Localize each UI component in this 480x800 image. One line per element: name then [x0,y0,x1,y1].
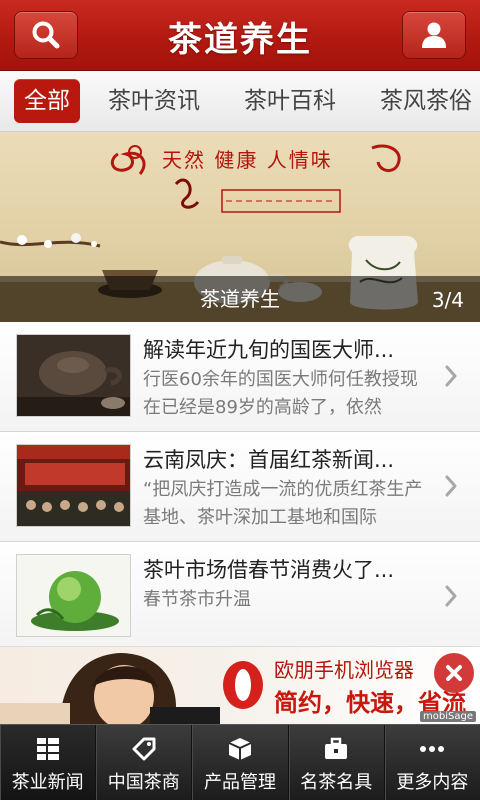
banner-slogan: 天然 健康 人情味 [162,148,333,172]
tab-tea-encyclopedia[interactable]: 茶叶百科 [244,79,336,123]
list-item[interactable]: 解读年近九旬的国医大师... 行医60余年的国医大师何任教授现在已经是89岁的高… [0,322,480,432]
banner-caption: 茶道养生 [200,287,280,311]
news-summary: 行医60余年的国医大师何任教授现在已经是89岁的高龄了，依然 [143,369,418,418]
nav-item-product-management[interactable]: 产品管理 [192,725,289,800]
nav-label: 名茶名具 [300,772,373,793]
close-icon [446,665,462,681]
list-item[interactable]: 云南凤庆：首届红茶新闻... “把凤庆打造成一流的优质红茶生产基地、茶叶深加工基… [0,432,480,542]
tab-tea-news[interactable]: 茶叶资讯 [108,79,200,123]
news-thumbnail [16,554,131,637]
banner-page-counter: 3/4 [431,288,464,312]
news-title: 云南凤庆：首届红茶新闻... [143,448,395,472]
news-title: 解读年近九旬的国医大师... [143,338,395,362]
nav-item-famous-tea[interactable]: 名茶名具 [289,725,385,800]
news-thumbnail [16,444,131,527]
user-button[interactable] [402,11,466,59]
nav-label: 茶业新闻 [11,772,84,793]
chevron-right-icon [445,365,457,387]
nav-item-tea-merchants[interactable]: 中国茶商 [96,725,193,800]
banner-carousel[interactable]: 天然 健康 人情味 茶道养生 3/4 [0,132,480,322]
more-icon [420,746,445,752]
grid-icon [36,738,59,760]
news-summary: 春节茶市升温 [143,589,251,610]
box-icon [228,738,252,760]
tag-icon [132,737,156,761]
ad-title: 欧朋手机浏览器 [274,658,414,682]
ad-close-button[interactable] [434,653,474,693]
nav-item-tea-news[interactable]: 茶业新闻 [0,725,97,800]
chevron-right-icon [445,585,457,607]
nav-label: 更多内容 [396,772,469,793]
nav-item-more[interactable]: 更多内容 [385,725,480,800]
nav-label: 产品管理 [204,772,276,793]
chevron-right-icon [445,475,457,497]
briefcase-icon [325,737,348,759]
news-list: 解读年近九旬的国医大师... 行医60余年的国医大师何任教授现在已经是89岁的高… [0,322,480,652]
tab-all[interactable]: 全部 [14,79,80,123]
ad-banner[interactable]: 欧朋手机浏览器 简约，快速，省流量! mobiSage [0,646,480,724]
app-header: 茶道养生 [0,0,480,71]
category-tabs: 全部 茶叶资讯 茶叶百科 茶风茶俗 [0,71,480,132]
news-thumbnail [16,334,131,417]
news-title: 茶叶市场借春节消费火了... [143,558,395,582]
tab-tea-customs[interactable]: 茶风茶俗 [380,79,472,123]
news-summary: “把凤庆打造成一流的优质红茶生产基地、茶叶深加工基地和国际 [143,479,423,528]
bottom-nav: 茶业新闻 中国茶商 产品管理 名茶名具 更多内容 [0,724,480,800]
ad-provider-mark: mobiSage [420,711,476,722]
user-icon [422,22,446,48]
nav-label: 中国茶商 [107,772,180,793]
list-item[interactable]: 茶叶市场借春节消费火了... 春节茶市升温 [0,542,480,652]
